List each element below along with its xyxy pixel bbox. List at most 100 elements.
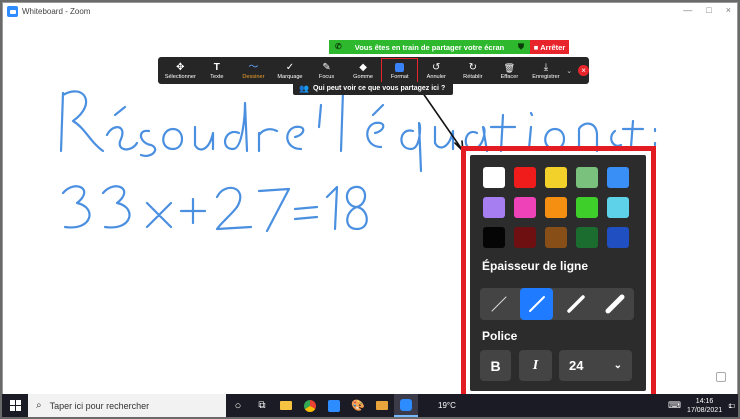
- sharing-indicator: ✆ Vous êtes en train de partager votre é…: [329, 40, 530, 54]
- clock[interactable]: 14:16 17/08/2021: [687, 397, 722, 415]
- line-width-option[interactable]: [598, 288, 631, 320]
- tool-stamp[interactable]: ✓ Marquage: [272, 58, 309, 83]
- chrome-icon[interactable]: [298, 394, 322, 417]
- stop-share-label: Arrêter: [540, 42, 566, 52]
- text-icon: T: [213, 61, 220, 73]
- medium-line-icon: [528, 296, 545, 312]
- color-swatch[interactable]: [545, 197, 567, 218]
- folder-icon[interactable]: [370, 394, 394, 417]
- move-icon: ✥: [176, 61, 185, 73]
- file-explorer-icon[interactable]: [274, 394, 298, 417]
- font-size-value: 24: [569, 358, 584, 373]
- keyboard-icon[interactable]: ⌨: [668, 400, 681, 411]
- tool-draw[interactable]: 〜 Dessiner: [235, 58, 272, 83]
- trash-icon: 🗑: [503, 62, 516, 73]
- system-tray: ⌨ 14:16 17/08/2021 ▭1: [668, 394, 736, 417]
- phone-icon: ✆: [335, 42, 342, 51]
- extra-thick-line-icon: [605, 294, 624, 314]
- tool-spotlight[interactable]: ✎ Focus: [308, 58, 345, 83]
- italic-button[interactable]: I: [519, 350, 552, 381]
- tool-undo[interactable]: ↺ Annuler: [418, 58, 455, 83]
- undo-icon: ↺: [432, 61, 441, 73]
- line-width-selector: [480, 288, 634, 320]
- stop-icon: ■: [533, 42, 539, 52]
- color-swatch[interactable]: [483, 197, 505, 218]
- tool-label: Texte: [210, 73, 224, 80]
- thick-line-icon: [566, 295, 585, 313]
- color-swatch[interactable]: [607, 227, 629, 248]
- redo-icon: ↻: [468, 61, 477, 73]
- tool-eraser[interactable]: ◆ Gomme: [345, 58, 382, 83]
- start-button[interactable]: [2, 394, 28, 417]
- spotlight-icon: ✎: [322, 61, 331, 73]
- tool-select[interactable]: ✥ Sélectionner: [162, 58, 199, 83]
- chevron-down-icon[interactable]: ⌄: [566, 67, 572, 75]
- tool-label: Format: [390, 73, 409, 80]
- taskbar-search[interactable]: ⌕ Taper ici pour rechercher: [28, 394, 226, 417]
- bold-button[interactable]: B: [480, 350, 511, 381]
- fullscreen-icon[interactable]: [716, 372, 726, 382]
- color-swatch[interactable]: [514, 227, 536, 248]
- tool-label: Effacer: [500, 73, 519, 80]
- tool-format[interactable]: Format: [381, 58, 418, 83]
- notification-count: 1: [728, 404, 732, 410]
- time: 14:16: [695, 397, 714, 405]
- color-swatch[interactable]: [607, 167, 629, 188]
- people-icon: 👥: [299, 84, 309, 93]
- handwriting-line-1b: [610, 119, 657, 149]
- zoom-icon[interactable]: [394, 394, 418, 417]
- font-label: Police: [482, 329, 518, 343]
- tool-save[interactable]: ⤓ Enregistrer: [528, 58, 565, 83]
- color-swatch[interactable]: [576, 167, 598, 188]
- color-swatch[interactable]: [514, 197, 536, 218]
- share-banner: ✆ Vous êtes en train de partager votre é…: [329, 40, 569, 54]
- tool-label: Focus: [318, 73, 335, 80]
- paint-icon[interactable]: 🎨: [346, 394, 370, 417]
- annotation-toolbar: ✥ Sélectionner T Texte 〜 Dessiner ✓ Marq…: [158, 57, 589, 84]
- line-width-option[interactable]: [482, 288, 515, 320]
- weather[interactable]: 19°C: [438, 401, 456, 410]
- tool-clear[interactable]: 🗑 Effacer: [491, 58, 528, 83]
- who-can-see-tooltip[interactable]: 👥 Qui peut voir ce que vous partagez ici…: [293, 82, 453, 95]
- tool-label: Gomme: [353, 73, 374, 80]
- task-view-icon[interactable]: ⧉: [250, 394, 274, 417]
- tool-label: Sélectionner: [164, 73, 196, 80]
- tool-text[interactable]: T Texte: [199, 58, 236, 83]
- tool-label: Rétablir: [463, 73, 483, 80]
- line-width-option[interactable]: [559, 288, 592, 320]
- tool-label: Enregistrer: [532, 73, 560, 80]
- draw-icon: 〜: [248, 61, 259, 73]
- tool-label: Dessiner: [242, 73, 265, 80]
- color-swatch[interactable]: [514, 167, 536, 188]
- search-placeholder: Taper ici pour rechercher: [49, 400, 150, 411]
- stamp-icon: ✓: [285, 61, 295, 73]
- tool-label: Annuler: [426, 73, 446, 80]
- color-swatch[interactable]: [483, 227, 505, 248]
- windows-logo-icon: [9, 400, 21, 411]
- color-swatch[interactable]: [607, 197, 629, 218]
- color-swatch[interactable]: [483, 167, 505, 188]
- eraser-icon: ◆: [359, 61, 367, 73]
- thin-line-icon: [491, 296, 506, 312]
- tool-redo[interactable]: ↻ Rétablir: [455, 58, 492, 83]
- save-icon: ⤓: [543, 61, 549, 73]
- stop-share-button[interactable]: ■ Arrêter: [530, 40, 569, 54]
- app-icon[interactable]: [322, 394, 346, 417]
- chevron-down-icon: ⌄: [613, 360, 622, 371]
- notifications-icon[interactable]: ▭1: [728, 401, 736, 410]
- line-width-option-selected[interactable]: [520, 288, 553, 320]
- tooltip-text: Qui peut voir ce que vous partagez ici ?: [312, 85, 446, 92]
- color-swatch[interactable]: [545, 167, 567, 188]
- close-toolbar-button[interactable]: ×: [578, 65, 589, 76]
- shield-icon: ⛊: [518, 42, 524, 51]
- font-size-select[interactable]: 24 ⌄: [559, 350, 632, 381]
- color-swatch[interactable]: [576, 227, 598, 248]
- windows-taskbar: ⌕ Taper ici pour rechercher ○ ⧉ 🎨 19°C ⌨…: [2, 394, 738, 417]
- zoom-whiteboard-window: Whiteboard - Zoom — □ × ✆ Vous êtes en t…: [2, 2, 738, 417]
- format-panel: Épaisseur de ligne Police B I 24 ⌄: [470, 155, 646, 391]
- handwriting-line-2: [61, 185, 368, 233]
- color-swatch[interactable]: [576, 197, 598, 218]
- color-swatch[interactable]: [545, 227, 567, 248]
- line-width-label: Épaisseur de ligne: [482, 259, 589, 273]
- cortana-icon[interactable]: ○: [226, 394, 250, 417]
